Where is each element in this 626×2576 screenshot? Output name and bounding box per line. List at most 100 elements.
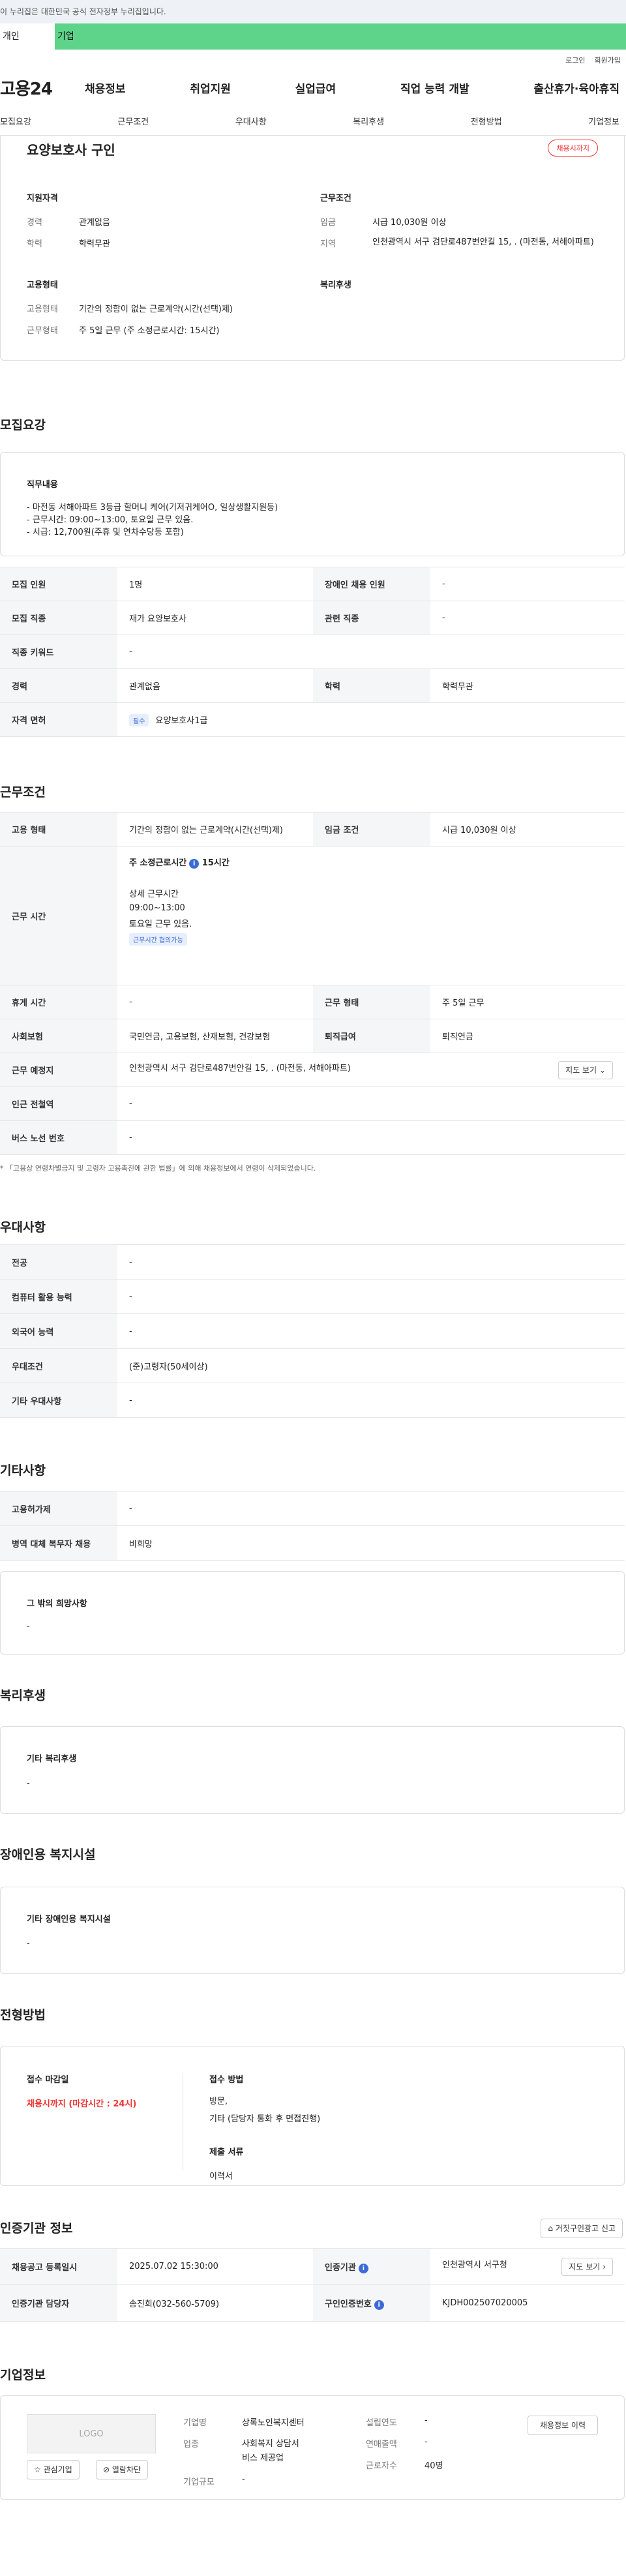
gnb-support[interactable]: 취업지원 <box>190 80 231 96</box>
manager-value: 송진희(032-560-5709) <box>117 2284 313 2322</box>
weekly-hours-value: 15시간 <box>201 858 230 868</box>
reg-date-value: 2025.07.02 15:30:00 <box>117 2248 313 2285</box>
recruit-count-label: 모집 인원 <box>0 567 117 601</box>
pref-section-title: 우대사항 <box>0 1220 46 1235</box>
job-type-label: 모집 직종 <box>0 601 117 635</box>
license-cell: 필수 요양보호사1급 <box>117 702 625 737</box>
cert-no-label-cell: 구인인증번호 i <box>313 2284 430 2322</box>
subnav-welfare[interactable]: 복리후생 <box>353 115 384 127</box>
block-icon: ⊘ <box>103 2465 110 2474</box>
sales-label: 연매출액 <box>366 2440 397 2449</box>
selection-card: 접수 마감일 채용시까지 (마감시간 : 24시) 접수 방법 방문, 기타 (… <box>0 2046 625 2186</box>
edu-value: 학력무관 <box>79 239 110 249</box>
cert-org-label-cell: 인증기관 i <box>313 2248 430 2285</box>
insurance-label: 사회보험 <box>0 1019 117 1053</box>
pref-table: 전공 - 컴퓨터 활용 능력 - 외국어 능력 - 우대조건 (준)고령자(50세이상)… <box>0 1244 625 1418</box>
permit-label: 고용허가제 <box>0 1491 117 1526</box>
job-keyword-label: 직종 키워드 <box>0 635 117 669</box>
wage-value: 시급 10,030원 이상 <box>372 218 447 228</box>
top-links: 로그인 회원가입 <box>0 52 626 68</box>
info-icon[interactable]: i <box>189 859 200 869</box>
signup-link[interactable]: 회원가입 <box>595 55 621 65</box>
disabled-count-label: 장애인 채용 인원 <box>313 567 430 601</box>
info-icon[interactable]: i <box>358 2263 368 2273</box>
cert-org-value: 인천광역시 서구청 <box>442 2260 507 2270</box>
subnav-company[interactable]: 기업정보 <box>588 115 619 127</box>
pref-cond-label: 우대조건 <box>0 1348 117 1383</box>
info-icon[interactable]: i <box>374 2299 384 2310</box>
language-value: - <box>117 1313 625 1349</box>
chevron-down-icon: ⌄ <box>599 1065 606 1075</box>
insurance-value: 국민연금, 고용보험, 산재보험, 건강보험 <box>117 1019 313 1053</box>
favorite-company-button[interactable]: ☆ 관심기업 <box>27 2460 80 2479</box>
gnb-benefit[interactable]: 실업급여 <box>295 80 336 96</box>
other-wish-card: 그 밖의 희망사항 - <box>0 1571 625 1655</box>
detail-time-1: 09:00~13:00 <box>129 903 185 913</box>
login-link[interactable]: 로그인 <box>565 55 585 65</box>
subnav-conditions[interactable]: 근무조건 <box>117 115 149 127</box>
recruit-section-title: 모집요강 <box>0 418 46 432</box>
required-tag: 필수 <box>129 713 149 726</box>
map-button[interactable]: 지도 보기 ⌄ <box>558 1060 613 1079</box>
welfare-section-title: 복리후생 <box>0 1688 46 1703</box>
size-value: - <box>242 2475 245 2485</box>
rest-value: - <box>117 985 313 1019</box>
related-job-label: 관련 직종 <box>313 601 430 635</box>
block-view-button[interactable]: ⊘ 열람차단 <box>96 2460 149 2479</box>
career-label: 경력 <box>27 218 42 228</box>
staff-value: 40명 <box>425 2461 443 2471</box>
cert-section-title: 인증기관 정보 <box>0 2221 73 2236</box>
emp-value: 기간의 정함이 없는 근로계약(시간(선택)제) <box>79 305 233 314</box>
duty-line: - 근무시간: 09:00~13:00, 토요일 근무 있음. <box>27 515 194 525</box>
cert-map-button[interactable]: 지도 보기 › <box>561 2257 613 2276</box>
retirement-value: 퇴직연금 <box>430 1019 625 1053</box>
method-value-2: 기타 (담당자 통화 후 면접진행) <box>209 2114 321 2124</box>
bus-value: - <box>117 1120 625 1155</box>
conditions-table: 고용 형태 기간의 정함이 없는 근로계약(시간(선택)제) 임금 조건 시급 10,… <box>0 812 625 1155</box>
detail-time-2: 토요일 근무 있음. <box>129 920 192 929</box>
work-form-label: 근무 형태 <box>313 985 430 1019</box>
subnav-preference[interactable]: 우대사항 <box>235 115 267 127</box>
emp-type-label: 고용 형태 <box>0 812 117 846</box>
section-nav: 모집요강 근무조건 우대사항 복리후생 전형방법 기업정보 <box>0 107 626 136</box>
worktime-label: 근무 시간 <box>0 846 117 985</box>
disab-section-title: 장애인용 복지시설 <box>0 1848 96 1862</box>
tab-personal[interactable]: 개인 <box>0 23 55 50</box>
workplace-value: 인천광역시 서구 검단로487번안길 15, . (마전동, 서해아파트) <box>129 1063 351 1073</box>
gov-notice-bar: 이 누리집은 대한민국 공식 전자정부 누리집입니다. <box>0 0 626 23</box>
region-value: 인천광역시 서구 검단로487번안길 15, . (마전동, 서해아파트) <box>372 237 594 247</box>
manager-label: 인증기관 담당자 <box>0 2284 117 2322</box>
job-history-button[interactable]: 채용정보 이력 <box>527 2416 598 2435</box>
subnav-recruit[interactable]: 모집요강 <box>0 115 31 127</box>
duty-line: - 시급: 12,700원(주휴 및 연차수당등 포함) <box>27 528 184 537</box>
license-value: 요양보호사1급 <box>155 715 208 726</box>
gnb-jobs[interactable]: 채용정보 <box>85 80 126 96</box>
gnb-training[interactable]: 직업 능력 개발 <box>400 80 470 96</box>
cert-table: 채용공고 등록일시 2025.07.02 15:30:00 인증기관 i 인천광역시 서… <box>0 2248 625 2322</box>
subnav-selection[interactable]: 전형방법 <box>471 115 502 127</box>
site-logo[interactable]: 고용24 <box>0 76 85 100</box>
size-label: 기업규모 <box>183 2478 215 2487</box>
deadline-heading: 접수 마감일 <box>27 2075 69 2085</box>
reg-date-label: 채용공고 등록일시 <box>0 2248 117 2285</box>
company-name-label: 기업명 <box>183 2418 207 2428</box>
computer-label: 컴퓨터 활용 능력 <box>0 1279 117 1314</box>
gnb-parental[interactable]: 출산휴가·육아휴직 <box>533 80 619 96</box>
wage-label: 임금 <box>320 218 336 228</box>
recruit-table: 모집 인원 1명 장애인 채용 인원 - 모집 직종 재가 요양보호사 관련 직종 - 직종… <box>0 567 625 737</box>
condition-heading: 근무조건 <box>320 194 351 203</box>
career-value: 관계없음 <box>79 218 110 228</box>
method-heading: 접수 방법 <box>209 2075 244 2085</box>
job-summary-card: 요양보호사 구인 채용시까지 지원자격 경력 관계없음 학력 학력무관 근무조건 임… <box>0 136 625 361</box>
tab-company[interactable]: 기업 <box>55 23 626 50</box>
license-label: 자격 면허 <box>0 702 117 737</box>
edu-row-value: 학력무관 <box>430 668 625 703</box>
staff-label: 근로자수 <box>366 2461 397 2471</box>
welfare-etc-value: - <box>27 1778 30 1788</box>
docs-heading: 제출 서류 <box>209 2148 244 2157</box>
bus-label: 버스 노선 번호 <box>0 1120 117 1155</box>
cert-org-label: 인증기관 <box>325 2262 356 2273</box>
career-row-value: 관계없음 <box>117 668 313 703</box>
military-label: 병역 대체 복무자 채용 <box>0 1525 117 1561</box>
false-ad-report-button[interactable]: ⌂ 거짓구인광고 신고 <box>541 2219 623 2238</box>
